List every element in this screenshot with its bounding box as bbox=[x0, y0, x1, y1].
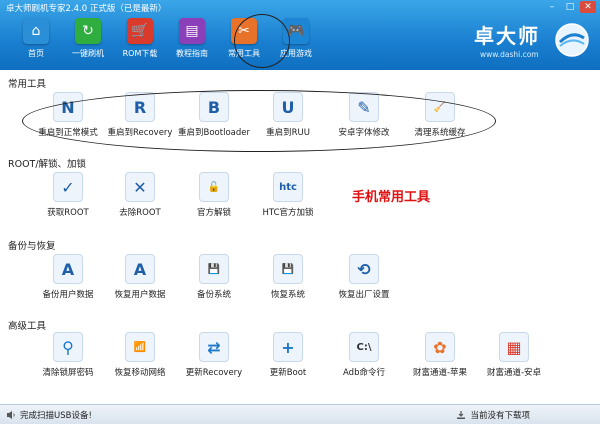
status-right[interactable]: 当前没有下载项 bbox=[456, 409, 530, 421]
tool-backup-2[interactable]: 💾 备份系统 bbox=[174, 254, 254, 306]
key-icon: ⚲ bbox=[53, 332, 83, 362]
tool-label: 更新Boot bbox=[269, 368, 307, 378]
tool-label: 恢复用户数据 bbox=[114, 290, 166, 300]
tool-advanced-6[interactable]: ▦ 财富通道-安卓 bbox=[474, 332, 554, 384]
status-message: 完成扫描USB设备! bbox=[20, 411, 92, 421]
highlight-ellipse-nav bbox=[234, 14, 290, 68]
tool-label: HTC官方加锁 bbox=[262, 208, 314, 218]
tool-label: 更新Recovery bbox=[185, 368, 243, 378]
tool-advanced-2[interactable]: ⇄ 更新Recovery bbox=[174, 332, 254, 384]
tool-root-0[interactable]: ✓ 获取ROOT bbox=[28, 172, 108, 224]
brand: 卓大师 www.dashi.com bbox=[460, 18, 590, 66]
tool-label: 去除ROOT bbox=[119, 208, 161, 218]
tool-backup-0[interactable]: A 备份用户数据 bbox=[28, 254, 108, 306]
app-header: 卓大师刷机专家2.4.0 正式版（已是最新） – □ ✕ ⌂ 首页 ↻ 一键刷机 🛒 RO… bbox=[0, 0, 600, 70]
android-unroot-icon: ✕ bbox=[125, 172, 155, 202]
unlock-icon: 🔓 bbox=[199, 172, 229, 202]
brand-name: 卓大师 bbox=[474, 24, 540, 48]
tool-label: 清除锁屏密码 bbox=[42, 368, 94, 378]
htc-lock-icon: htc bbox=[273, 172, 303, 202]
tool-backup-1[interactable]: A 恢复用户数据 bbox=[100, 254, 180, 306]
nav-item-label: 一键刷机 bbox=[72, 49, 104, 58]
update-boot-icon: + bbox=[273, 332, 303, 362]
factory-reset-icon: ⟲ bbox=[349, 254, 379, 284]
tool-label: 备份系统 bbox=[196, 290, 231, 300]
tool-label: 财富通道-苹果 bbox=[412, 368, 468, 378]
tool-backup-4[interactable]: ⟲ 恢复出厂设置 bbox=[324, 254, 404, 306]
update-recovery-icon: ⇄ bbox=[199, 332, 229, 362]
tool-root-1[interactable]: ✕ 去除ROOT bbox=[100, 172, 180, 224]
tool-advanced-0[interactable]: ⚲ 清除锁屏密码 bbox=[28, 332, 108, 384]
book-icon: ▤ bbox=[179, 18, 205, 44]
apple-channel-icon: ✿ bbox=[425, 332, 455, 362]
annotation-text: 手机常用工具 bbox=[352, 190, 431, 205]
window-controls: – □ ✕ bbox=[544, 1, 596, 13]
tool-label: Adb命令行 bbox=[343, 368, 385, 378]
tool-root-2[interactable]: 🔓 官方解锁 bbox=[174, 172, 254, 224]
highlight-ellipse-tools bbox=[22, 90, 496, 152]
home-icon: ⌂ bbox=[23, 18, 49, 44]
tool-label: 备份用户数据 bbox=[42, 290, 94, 300]
tool-label: 财富通道-安卓 bbox=[486, 368, 542, 378]
speaker-icon bbox=[7, 411, 15, 419]
tool-root-3[interactable]: htc HTC官方加锁 bbox=[248, 172, 328, 224]
window-title: 卓大师刷机专家2.4.0 正式版（已是最新） bbox=[6, 4, 167, 14]
status-left: 完成扫描USB设备! bbox=[6, 409, 92, 421]
tool-advanced-1[interactable]: 📶 恢复移动网络 bbox=[100, 332, 180, 384]
section-title-root: ROOT/解锁、加锁 bbox=[8, 159, 87, 170]
section-title-common: 常用工具 bbox=[8, 79, 47, 90]
nav-item-label: 首页 bbox=[28, 49, 44, 58]
nav-item-2[interactable]: 🛒 ROM下载 bbox=[114, 18, 166, 66]
brand-logo-icon bbox=[555, 23, 589, 57]
nav-item-1[interactable]: ↻ 一键刷机 bbox=[62, 18, 114, 66]
tool-label: 恢复出厂设置 bbox=[338, 290, 390, 300]
backup-user-icon: A bbox=[53, 254, 83, 284]
brand-url: www.dashi.com bbox=[480, 50, 539, 59]
nav-item-label: 教程指南 bbox=[176, 49, 208, 58]
download-icon bbox=[457, 411, 466, 419]
content-area: 常用工具 ROOT/解锁、加锁 备份与恢复 高级工具 N 重启到正常模式 R 重启到R… bbox=[0, 70, 600, 404]
restore-user-icon: A bbox=[125, 254, 155, 284]
nav-item-0[interactable]: ⌂ 首页 bbox=[10, 18, 62, 66]
status-bar: 完成扫描USB设备! 当前没有下载项 bbox=[0, 404, 600, 424]
android-channel-icon: ▦ bbox=[499, 332, 529, 362]
tool-label: 恢复移动网络 bbox=[114, 368, 166, 378]
signal-icon: 📶 bbox=[125, 332, 155, 362]
section-title-backup: 备份与恢复 bbox=[8, 241, 56, 252]
tool-label: 恢复系统 bbox=[270, 290, 305, 300]
terminal-icon: C:\ bbox=[349, 332, 379, 362]
nav-item-label: ROM下载 bbox=[122, 49, 158, 58]
tool-label: 获取ROOT bbox=[47, 208, 89, 218]
refresh-icon: ↻ bbox=[75, 18, 101, 44]
tool-advanced-5[interactable]: ✿ 财富通道-苹果 bbox=[400, 332, 480, 384]
minimize-button[interactable]: – bbox=[544, 1, 560, 13]
maximize-button[interactable]: □ bbox=[562, 1, 578, 13]
restore-system-icon: 💾 bbox=[273, 254, 303, 284]
tool-advanced-4[interactable]: C:\ Adb命令行 bbox=[324, 332, 404, 384]
download-status: 当前没有下载项 bbox=[470, 411, 530, 421]
android-root-icon: ✓ bbox=[53, 172, 83, 202]
title-bar: 卓大师刷机专家2.4.0 正式版（已是最新） – □ ✕ bbox=[0, 0, 600, 14]
backup-system-icon: 💾 bbox=[199, 254, 229, 284]
tool-advanced-3[interactable]: + 更新Boot bbox=[248, 332, 328, 384]
cart-icon: 🛒 bbox=[127, 18, 153, 44]
close-button[interactable]: ✕ bbox=[580, 1, 596, 13]
nav-item-3[interactable]: ▤ 教程指南 bbox=[166, 18, 218, 66]
tool-backup-3[interactable]: 💾 恢复系统 bbox=[248, 254, 328, 306]
tool-label: 官方解锁 bbox=[196, 208, 231, 218]
section-title-advanced: 高级工具 bbox=[8, 321, 47, 332]
